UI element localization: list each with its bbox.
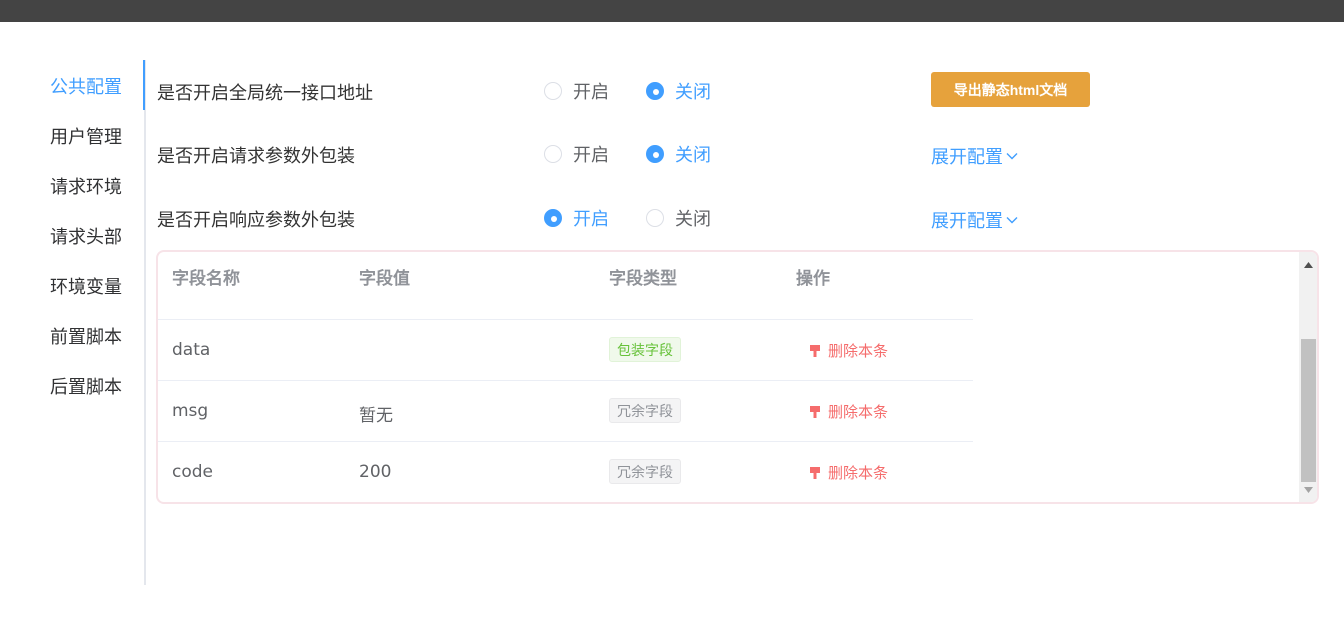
- column-header-field-type: 字段类型: [609, 269, 677, 289]
- response-fields-table: 字段名称 字段值 字段类型 操作 data 包装字段 删除本条 msg 暂无 冗…: [156, 250, 1319, 504]
- radio-circle-icon: [544, 82, 562, 100]
- field-type-tag: 包装字段: [609, 337, 681, 362]
- radio-response-wrap-off[interactable]: 关闭: [646, 206, 711, 230]
- table-scrollbar[interactable]: [1299, 252, 1317, 502]
- table-row: code 200 冗余字段 删除本条: [158, 442, 973, 502]
- setting-row-request-wrap: 是否开启请求参数外包装 开启 关闭 展开配置: [157, 134, 1337, 174]
- scroll-down-arrow-icon[interactable]: [1299, 481, 1317, 498]
- table-header: 字段名称 字段值 字段类型 操作: [158, 252, 973, 320]
- field-name-cell: msg: [172, 401, 209, 421]
- top-bar: [0, 0, 1344, 22]
- field-type-tag: 冗余字段: [609, 398, 681, 423]
- setting-label-response-wrap: 是否开启响应参数外包装: [157, 210, 355, 231]
- radio-label: 开启: [573, 82, 609, 103]
- field-name-cell: code: [172, 462, 213, 482]
- delete-row-button[interactable]: 删除本条: [809, 340, 888, 361]
- field-value-cell: 暂无: [359, 406, 393, 426]
- column-header-action: 操作: [796, 269, 830, 289]
- radio-checked-icon: [646, 82, 664, 100]
- radio-label: 开启: [573, 145, 609, 166]
- field-type-tag: 冗余字段: [609, 459, 681, 484]
- radio-circle-icon: [646, 209, 664, 227]
- delete-icon: [810, 405, 820, 418]
- sidebar-item-environment-variables[interactable]: 环境变量: [50, 273, 122, 299]
- radio-request-wrap-off[interactable]: 关闭: [646, 142, 711, 166]
- expand-config-link-response[interactable]: 展开配置: [931, 207, 1018, 233]
- setting-label-global-url: 是否开启全局统一接口地址: [157, 83, 373, 104]
- column-header-field-name: 字段名称: [172, 269, 240, 289]
- delete-row-button[interactable]: 删除本条: [809, 462, 888, 483]
- setting-row-response-wrap: 是否开启响应参数外包装 开启 关闭 展开配置: [157, 198, 1337, 238]
- radio-label: 关闭: [675, 145, 711, 166]
- scrollbar-thumb[interactable]: [1301, 339, 1316, 482]
- setting-row-global-url: 是否开启全局统一接口地址 开启 关闭 导出静态html文档: [157, 71, 1337, 111]
- expand-config-label: 展开配置: [931, 211, 1003, 232]
- sidebar-item-request-headers[interactable]: 请求头部: [50, 223, 122, 249]
- delete-row-label: 删除本条: [828, 464, 889, 482]
- sidebar-item-public-config[interactable]: 公共配置: [50, 73, 122, 99]
- sidebar-item-post-script[interactable]: 后置脚本: [50, 373, 122, 399]
- radio-label: 关闭: [675, 82, 711, 103]
- sidebar-item-request-environment[interactable]: 请求环境: [50, 173, 122, 199]
- table-row: msg 暂无 冗余字段 删除本条: [158, 381, 973, 442]
- radio-circle-icon: [544, 145, 562, 163]
- radio-request-wrap-on[interactable]: 开启: [544, 142, 609, 166]
- table-row: data 包装字段 删除本条: [158, 320, 973, 381]
- column-header-field-value: 字段值: [359, 269, 410, 289]
- sidebar-item-pre-script[interactable]: 前置脚本: [50, 323, 122, 349]
- delete-row-button[interactable]: 删除本条: [809, 401, 888, 422]
- delete-row-label: 删除本条: [828, 403, 889, 421]
- radio-checked-icon: [544, 209, 562, 227]
- chevron-down-icon: [1006, 217, 1018, 224]
- chevron-down-icon: [1006, 153, 1018, 160]
- radio-label: 开启: [573, 209, 609, 230]
- radio-global-url-on[interactable]: 开启: [544, 79, 609, 103]
- field-name-cell: data: [172, 340, 211, 360]
- export-html-button[interactable]: 导出静态html文档: [931, 72, 1090, 107]
- expand-config-label: 展开配置: [931, 147, 1003, 168]
- expand-config-link-request[interactable]: 展开配置: [931, 143, 1018, 169]
- delete-icon: [810, 344, 820, 357]
- scroll-up-arrow-icon[interactable]: [1299, 256, 1317, 273]
- setting-label-request-wrap: 是否开启请求参数外包装: [157, 146, 355, 167]
- sidebar-item-user-management[interactable]: 用户管理: [50, 123, 122, 149]
- radio-label: 关闭: [675, 209, 711, 230]
- field-value-cell: 200: [359, 462, 392, 482]
- sidebar-active-indicator: [143, 60, 145, 110]
- radio-global-url-off[interactable]: 关闭: [646, 79, 711, 103]
- radio-checked-icon: [646, 145, 664, 163]
- delete-row-label: 删除本条: [828, 342, 889, 360]
- radio-response-wrap-on[interactable]: 开启: [544, 206, 609, 230]
- delete-icon: [810, 466, 820, 479]
